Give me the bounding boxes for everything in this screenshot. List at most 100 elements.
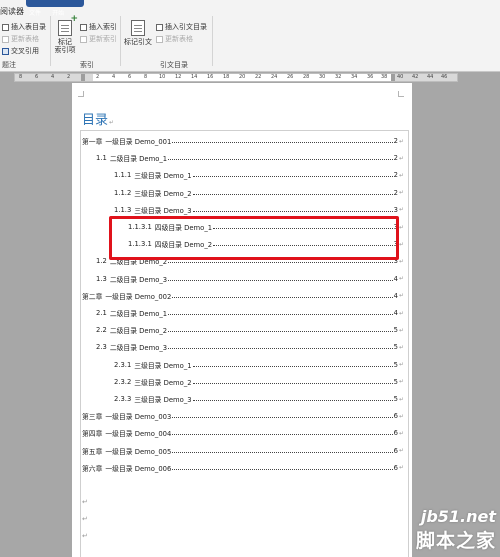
refresh-icon — [156, 35, 163, 43]
toc-dot-leader — [172, 448, 393, 453]
cross-reference-icon — [2, 47, 9, 55]
ruler-tick: 6 — [128, 74, 132, 80]
ruler-tick: 36 — [367, 74, 374, 80]
left-indent-marker[interactable] — [81, 74, 85, 81]
toc-entry[interactable]: 2.3.3 三级目录 Demo_3 5 ↵ — [114, 393, 404, 405]
paragraph-mark: ↵ — [398, 326, 404, 334]
document-page[interactable]: 目录↵ 第一章 一级目录 Demo_001 2 ↵ 1.1 二级目录 Demo_1 2 ↵ 1.… — [72, 83, 412, 557]
ruler-tick: 2 — [96, 74, 100, 80]
toc-entry[interactable]: 1.3 二级目录 Demo_3 4 ↵ — [96, 273, 404, 285]
right-indent-marker[interactable] — [391, 74, 395, 81]
ruler-tick: 4 — [112, 74, 116, 80]
update-table-of-authorities-button[interactable]: 更新表格 — [156, 34, 193, 44]
toc-dot-leader — [168, 310, 393, 315]
watermark-site: jb51.net — [420, 507, 496, 526]
toc-entry-text: 三级目录 Demo_1 — [134, 361, 192, 370]
insert-table-of-figures-button[interactable]: 插入表目录 — [2, 22, 46, 32]
paragraph-mark: ↵ — [109, 119, 115, 126]
toc-entry[interactable]: 第四章 一级目录 Demo_004 6 ↵ — [82, 427, 404, 439]
paragraph-mark: ↵ — [398, 343, 404, 351]
mark-citation-button[interactable]: 标记引文 — [122, 20, 154, 46]
toc-dot-leader — [192, 396, 393, 401]
mark-citation-icon — [131, 20, 145, 36]
toc-dot-leader — [168, 327, 393, 333]
toc-dot-leader — [172, 465, 393, 470]
toc-entry[interactable]: 1.1 二级目录 Demo_1 2 ↵ — [96, 152, 404, 164]
insert-index-button[interactable]: 插入索引 — [80, 22, 117, 32]
toc-entry-title: 2.2 — [96, 326, 107, 335]
toc-entry[interactable]: 2.3.2 三级目录 Demo_2 5 ↵ — [114, 376, 404, 388]
toc-entry-text: 二级目录 Demo_1 — [109, 155, 168, 164]
citation-group-label: 引文目录 — [160, 61, 188, 69]
toc-entry[interactable]: 1.1.1 三级目录 Demo_1 2 ↵ — [114, 169, 404, 181]
tab-file[interactable]: 文件 — [26, 10, 44, 17]
toc-entry-text: 三级目录 Demo_1 — [134, 172, 192, 181]
ruler-tick: 12 — [175, 74, 182, 80]
paragraph-mark: ↵ — [398, 275, 404, 283]
toc-entry[interactable]: 2.3 二级目录 Demo_3 5 ↵ — [96, 341, 404, 353]
toc-entry[interactable]: 第一章 一级目录 Demo_001 2 ↵ — [82, 135, 404, 147]
ruler-tick: 26 — [287, 74, 294, 80]
toc-entry[interactable]: 1.1.2 三级目录 Demo_2 2 ↵ — [114, 187, 404, 199]
paragraph-mark: ↵ — [398, 361, 404, 369]
paragraph-mark: ↵ — [398, 223, 404, 231]
toc-entry-text: 一级目录 Demo_002 — [105, 292, 172, 301]
site-watermark: jb51.net 脚本之家 — [416, 507, 496, 553]
toc-entry[interactable]: 2.2 二级目录 Demo_2 5 ↵ — [96, 324, 404, 336]
toc-entry-title: 1.1 — [96, 154, 107, 163]
toc-page-number: 6 — [393, 412, 398, 421]
ruler-tick: 28 — [303, 74, 310, 80]
update-table-button[interactable]: 更新表格 — [2, 34, 39, 44]
tab-home[interactable]: 开始 — [49, 10, 67, 17]
paragraph-mark: ↵ — [398, 154, 404, 162]
empty-paragraph[interactable]: ↵ — [82, 532, 88, 540]
ruler-tick: 8 — [19, 74, 23, 80]
ruler-tick: 40 — [397, 74, 404, 80]
ruler-tick: 44 — [427, 74, 434, 80]
ruler-tick: 10 — [159, 74, 166, 80]
group-separator — [212, 16, 213, 66]
toc-entry-text: 一级目录 Demo_001 — [105, 138, 172, 146]
toc-page-number: 4 — [393, 291, 398, 300]
cross-reference-button[interactable]: 交叉引用 — [2, 46, 39, 56]
toc-entry[interactable]: 第五章 一级目录 Demo_005 6 ↵ — [82, 445, 404, 457]
toc-page-number: 5 — [393, 326, 398, 335]
toc-page-number: 2 — [393, 171, 398, 180]
horizontal-ruler[interactable]: 8 6 4 2 2 4 6 8 10 12 14 16 18 20 22 24 … — [14, 73, 458, 82]
toc-entry-title: 1.1.1 — [114, 171, 132, 180]
ruler-tick: 20 — [239, 74, 246, 80]
toc-entry-text: 一级目录 Demo_003 — [105, 413, 172, 422]
toc-entry-title: 1.1.2 — [114, 188, 132, 197]
toc-entry[interactable]: 第六章 一级目录 Demo_006 6 ↵ — [82, 462, 404, 474]
empty-paragraph[interactable]: ↵ — [82, 498, 88, 506]
mark-entry-button[interactable]: 标记 索引项 — [52, 15, 78, 54]
toc-entry-title: 2.3 — [96, 343, 107, 352]
paragraph-mark: ↵ — [398, 257, 404, 265]
toc-dot-leader — [172, 293, 393, 298]
paragraph-mark: ↵ — [398, 412, 404, 420]
empty-paragraph[interactable]: ↵ — [82, 515, 88, 523]
ruler-tick: 34 — [351, 74, 358, 80]
caption-group-label: 题注 — [2, 61, 16, 69]
toc-page-number: 5 — [393, 377, 398, 386]
toc-entry[interactable]: 1.1.3 三级目录 Demo_3 3 ↵ — [114, 204, 404, 216]
toc-dot-leader — [168, 276, 393, 281]
toc-page-number: 3 — [393, 205, 398, 214]
paragraph-mark: ↵ — [398, 189, 404, 197]
toc-dot-leader — [172, 138, 393, 143]
toc-entry-text: 一级目录 Demo_005 — [105, 447, 172, 456]
table-of-figures-icon — [2, 23, 9, 31]
toc-title[interactable]: 目录↵ — [82, 109, 114, 128]
toc-entry-text: 一级目录 Demo_004 — [105, 430, 172, 439]
toc-entry-text: 二级目录 Demo_3 — [109, 344, 168, 353]
toc-dot-leader — [192, 190, 393, 195]
toc-entry[interactable]: 第二章 一级目录 Demo_002 4 ↵ — [82, 290, 404, 302]
refresh-icon — [2, 35, 9, 43]
update-index-button[interactable]: 更新索引 — [80, 34, 117, 44]
toc-entry[interactable]: 第三章 一级目录 Demo_003 6 ↵ — [82, 410, 404, 422]
toc-entry[interactable]: 2.1 二级目录 Demo_1 4 ↵ — [96, 307, 404, 319]
toc-dot-leader — [192, 362, 393, 367]
reader-label: 阅读器 — [0, 7, 24, 16]
insert-table-of-authorities-button[interactable]: 插入引文目录 — [156, 22, 207, 32]
toc-entry[interactable]: 2.3.1 三级目录 Demo_1 5 ↵ — [114, 359, 404, 371]
